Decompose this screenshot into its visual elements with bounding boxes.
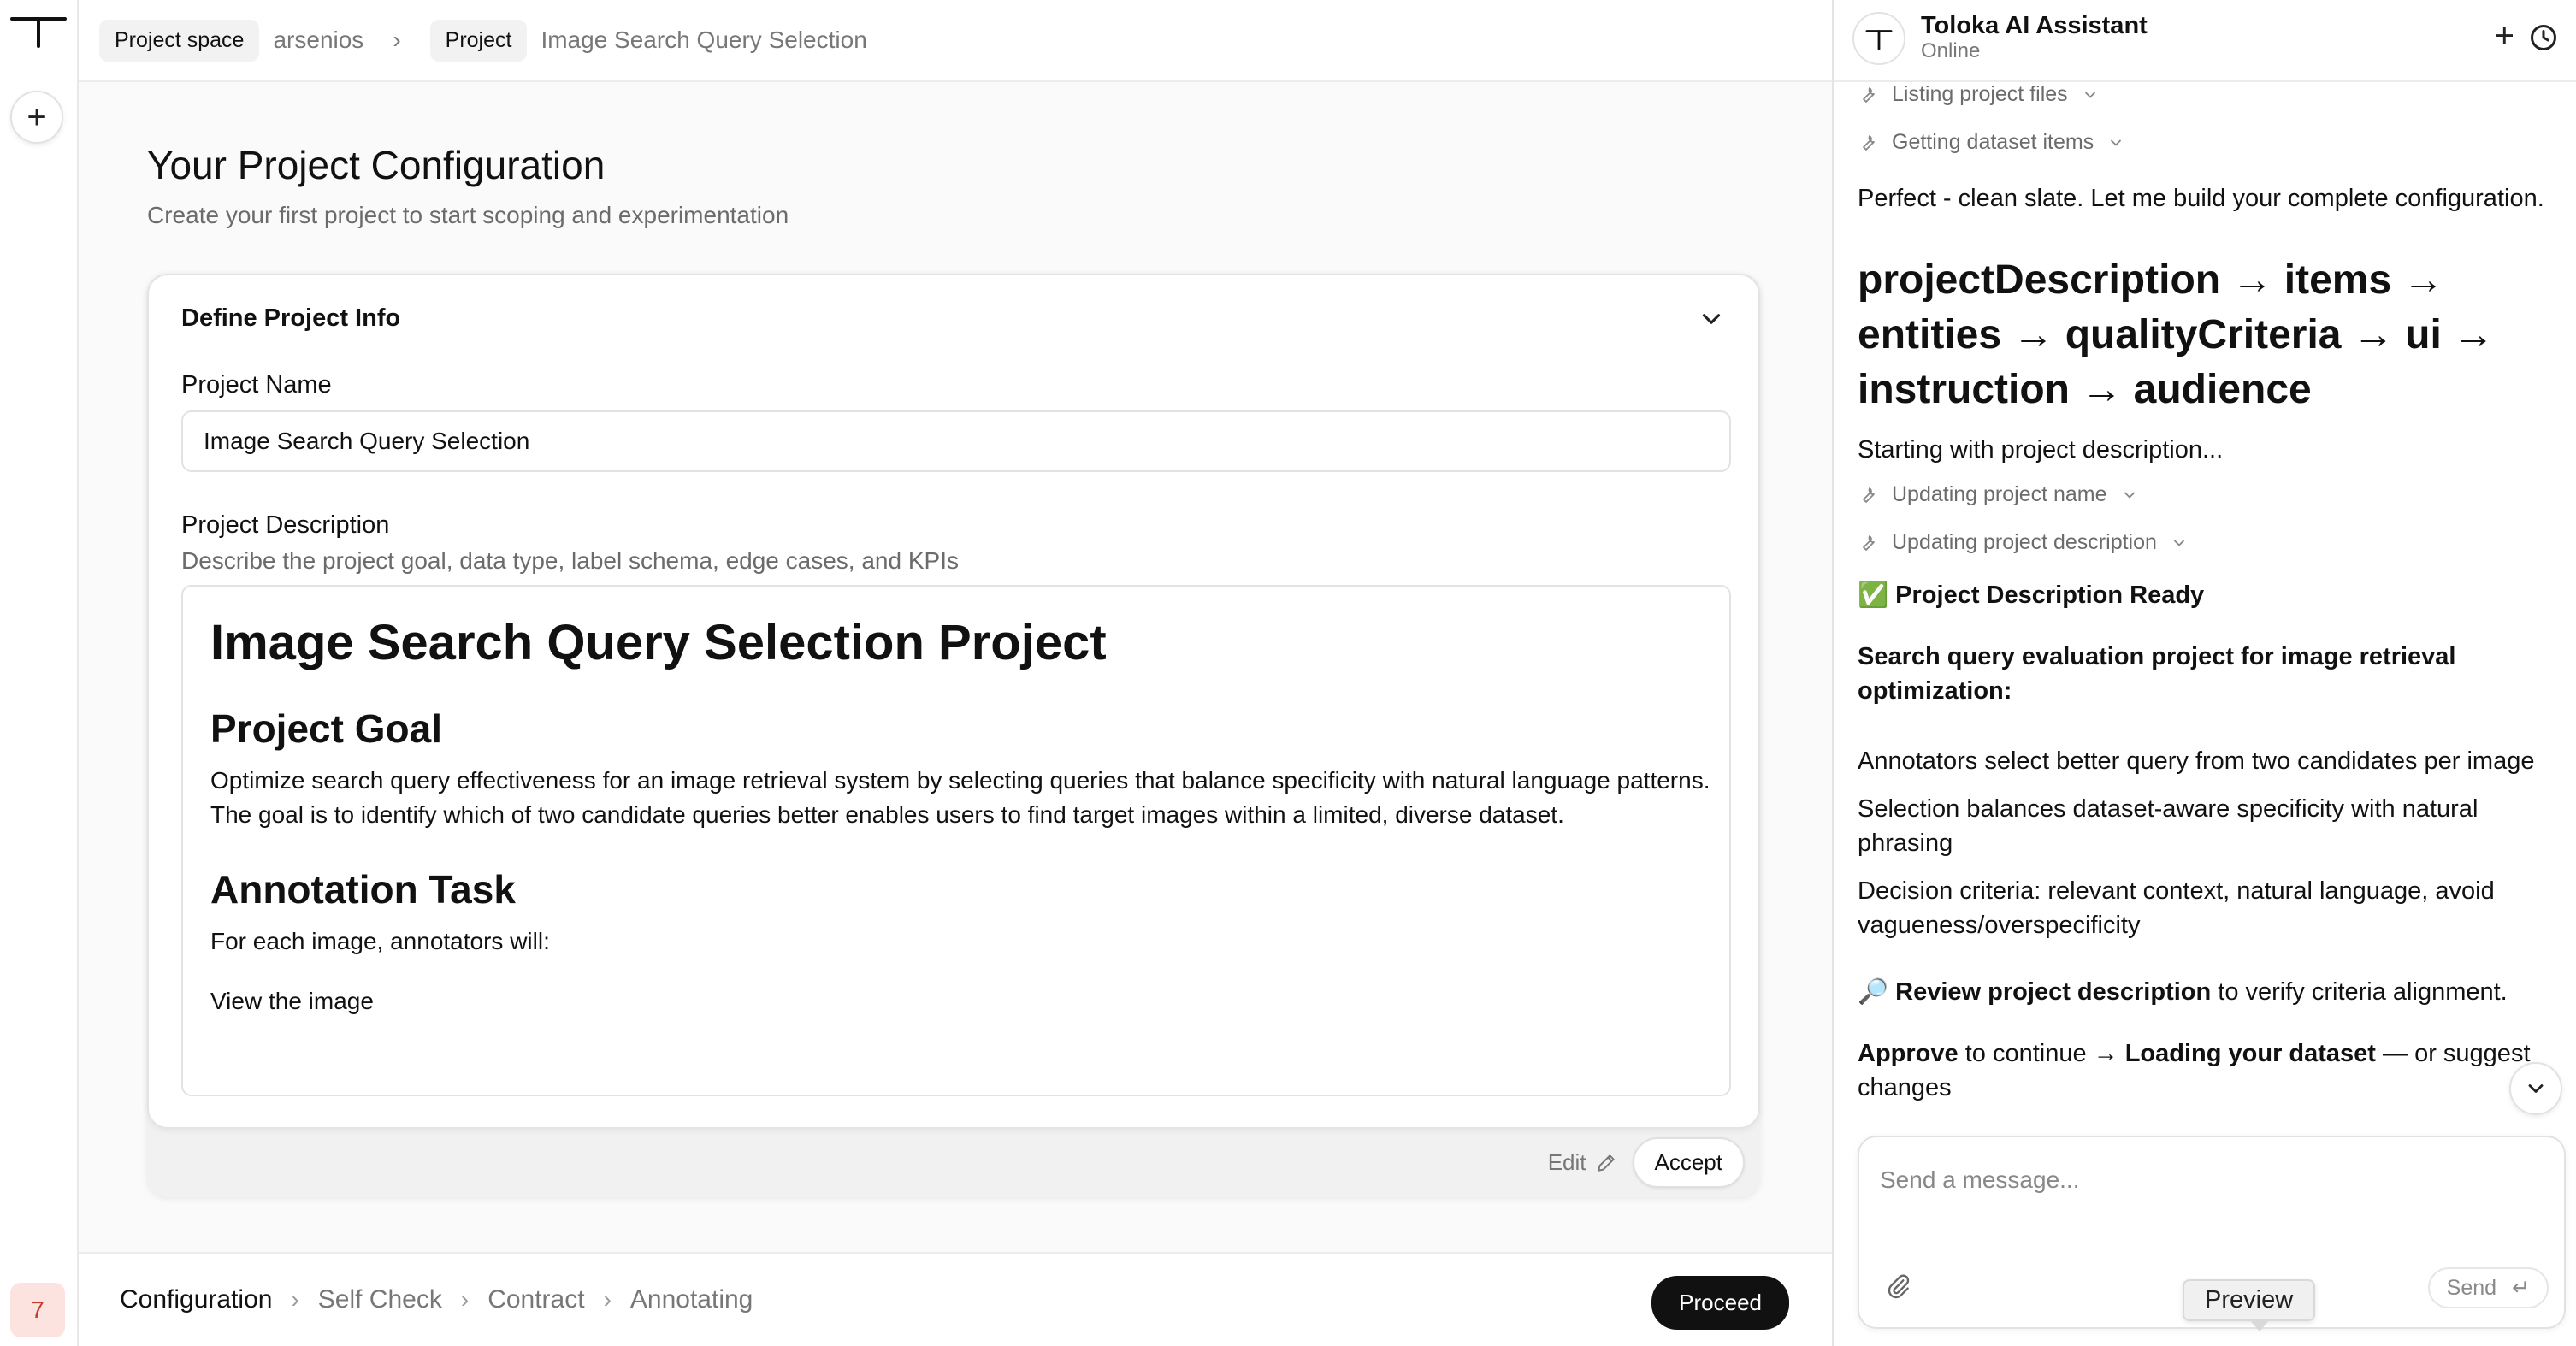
project-info-card-shell: Define Project Info Project Name Project… [147, 274, 1760, 1197]
description-goal-heading: Project Goal [210, 706, 442, 751]
assistant-title: Toloka AI Assistant [1921, 12, 2148, 39]
review-rest: to verify criteria alignment. [2211, 978, 2508, 1006]
magnifier-icon: 🔎 [1858, 978, 1889, 1006]
edit-button[interactable]: Edit [1548, 1149, 1617, 1176]
description-task-item: View the image [210, 988, 374, 1014]
project-name-label: Project Name [181, 371, 332, 398]
tool-call-getting[interactable]: Getting dataset items [1858, 130, 2124, 155]
avatar-count: 7 [31, 1296, 44, 1323]
wrench-icon [1863, 134, 1875, 151]
description-task-heading: Annotation Task [210, 867, 516, 912]
description-task-intro: For each image, annotators will: [210, 928, 550, 954]
history-clock-icon[interactable] [2528, 22, 2559, 53]
assistant-logo-icon [1852, 12, 1905, 65]
new-chat-icon[interactable]: + [2495, 19, 2514, 53]
assistant-header: Toloka AI Assistant Online + [1834, 0, 2576, 82]
enter-key-icon: ↵ [2512, 1276, 2530, 1300]
message-clean-slate: Perfect - clean slate. Let me build your… [1858, 185, 2544, 212]
description-heading: Image Search Query Selection Project [210, 615, 1107, 670]
project-name-input[interactable] [181, 410, 1731, 472]
accept-button[interactable]: Accept [1632, 1137, 1745, 1188]
card-footer: Edit Accept [1548, 1137, 1745, 1188]
breadcrumb-space-name[interactable]: arsenios [273, 27, 363, 54]
breadcrumb: Project space arsenios › Project Image S… [79, 0, 1832, 82]
approve-mid: to continue → [1958, 1040, 2125, 1067]
review-bold: Review project description [1895, 978, 2212, 1006]
project-info-card: Define Project Info Project Name Project… [147, 274, 1760, 1129]
assistant-status: Online [1921, 39, 1981, 62]
tool-call-update-description[interactable]: Updating project description [1858, 530, 2188, 555]
wrench-icon [1863, 86, 1875, 103]
description-goal-text: Optimize search query effectiveness for … [210, 767, 1710, 828]
message-starting: Starting with project description... [1858, 436, 2224, 463]
new-project-button[interactable]: + [10, 91, 63, 144]
tool-call-label: Listing project files [1892, 82, 2068, 106]
send-button[interactable]: Send ↵ [2427, 1267, 2549, 1308]
chevron-right-icon: › [291, 1286, 299, 1313]
assistant-panel: Toloka AI Assistant Online + Listing pro… [1832, 0, 2576, 1346]
chevron-down-icon [2124, 492, 2135, 499]
pencil-icon [1597, 1154, 1615, 1172]
breadcrumb-project-name[interactable]: Image Search Query Selection [541, 27, 866, 54]
message-bullet: Annotators select better query from two … [1858, 747, 2535, 775]
chevron-down-icon[interactable] [1697, 304, 1726, 334]
loading-bold: Loading your dataset [2124, 1040, 2376, 1067]
card-header[interactable]: Define Project Info [181, 304, 400, 333]
message-approve: Approve to continue → Loading your datas… [1858, 1036, 2559, 1105]
chevron-right-icon: › [460, 1286, 470, 1313]
chevron-right-icon: › [603, 1286, 612, 1313]
project-description-label: Project Description [181, 511, 390, 539]
message-flow-heading: projectDescription → items → entities → … [1858, 257, 2495, 412]
step-annotating[interactable]: Annotating [630, 1285, 753, 1314]
ready-title: Project Description Ready [1895, 581, 2205, 609]
chevron-down-icon [2084, 92, 2095, 98]
page-subtitle: Create your first project to start scopi… [147, 202, 789, 228]
step-contract[interactable]: Contract [487, 1285, 584, 1314]
message-bullet: Decision criteria: relevant context, nat… [1858, 877, 2495, 939]
breadcrumb-project-chip[interactable]: Project [429, 19, 528, 62]
step-self-check[interactable]: Self Check [318, 1285, 442, 1314]
proceed-button[interactable]: Proceed [1651, 1276, 1789, 1330]
main-content: Your Project Configuration Create your f… [79, 82, 1832, 1252]
project-description-editor[interactable]: Image Search Query Selection Project Pro… [181, 585, 1731, 1096]
tool-call-listing[interactable]: Listing project files [1858, 82, 2099, 107]
left-rail: + 7 [0, 0, 79, 1346]
message-summary-title: Search query evaluation project for imag… [1858, 643, 2456, 705]
plus-icon: + [27, 98, 47, 136]
check-mark-icon: ✅ [1858, 581, 1889, 609]
user-avatar[interactable]: 7 [10, 1283, 65, 1337]
message-input[interactable] [1880, 1166, 2530, 1194]
message-ready: ✅ Project Description Ready [1858, 578, 2559, 612]
chevron-down-icon [2528, 1084, 2544, 1093]
wrench-icon [1863, 534, 1875, 551]
message-review: 🔎 Review project description to verify c… [1858, 975, 2559, 1009]
scroll-down-button[interactable] [2509, 1062, 2562, 1115]
chat-messages[interactable]: Listing project files Getting dataset it… [1858, 82, 2559, 1117]
preview-tooltip: Preview [2183, 1279, 2316, 1331]
chevron-down-icon [2111, 139, 2122, 146]
tool-call-update-name[interactable]: Updating project name [1858, 482, 2138, 507]
chevron-right-icon: › [393, 27, 401, 53]
message-bullet: Selection balances dataset-aware specifi… [1858, 795, 2479, 857]
step-bar: Configuration › Self Check › Contract › … [79, 1252, 1832, 1346]
step-configuration[interactable]: Configuration [120, 1285, 272, 1314]
breadcrumb-space-chip[interactable]: Project space [99, 19, 260, 62]
edit-label: Edit [1547, 1149, 1586, 1175]
approve-bold: Approve [1858, 1040, 1959, 1067]
wrench-icon [1863, 487, 1875, 503]
send-label: Send [2446, 1275, 2497, 1300]
page-title: Your Project Configuration [147, 143, 606, 187]
toloka-logo-icon[interactable] [10, 15, 67, 50]
paperclip-icon[interactable] [1885, 1272, 1912, 1300]
chevron-down-icon [2173, 540, 2184, 546]
project-description-hint: Describe the project goal, data type, la… [181, 547, 959, 574]
tool-call-label: Updating project description [1892, 530, 2157, 554]
tool-call-label: Updating project name [1892, 482, 2107, 506]
tool-call-label: Getting dataset items [1892, 130, 2094, 154]
